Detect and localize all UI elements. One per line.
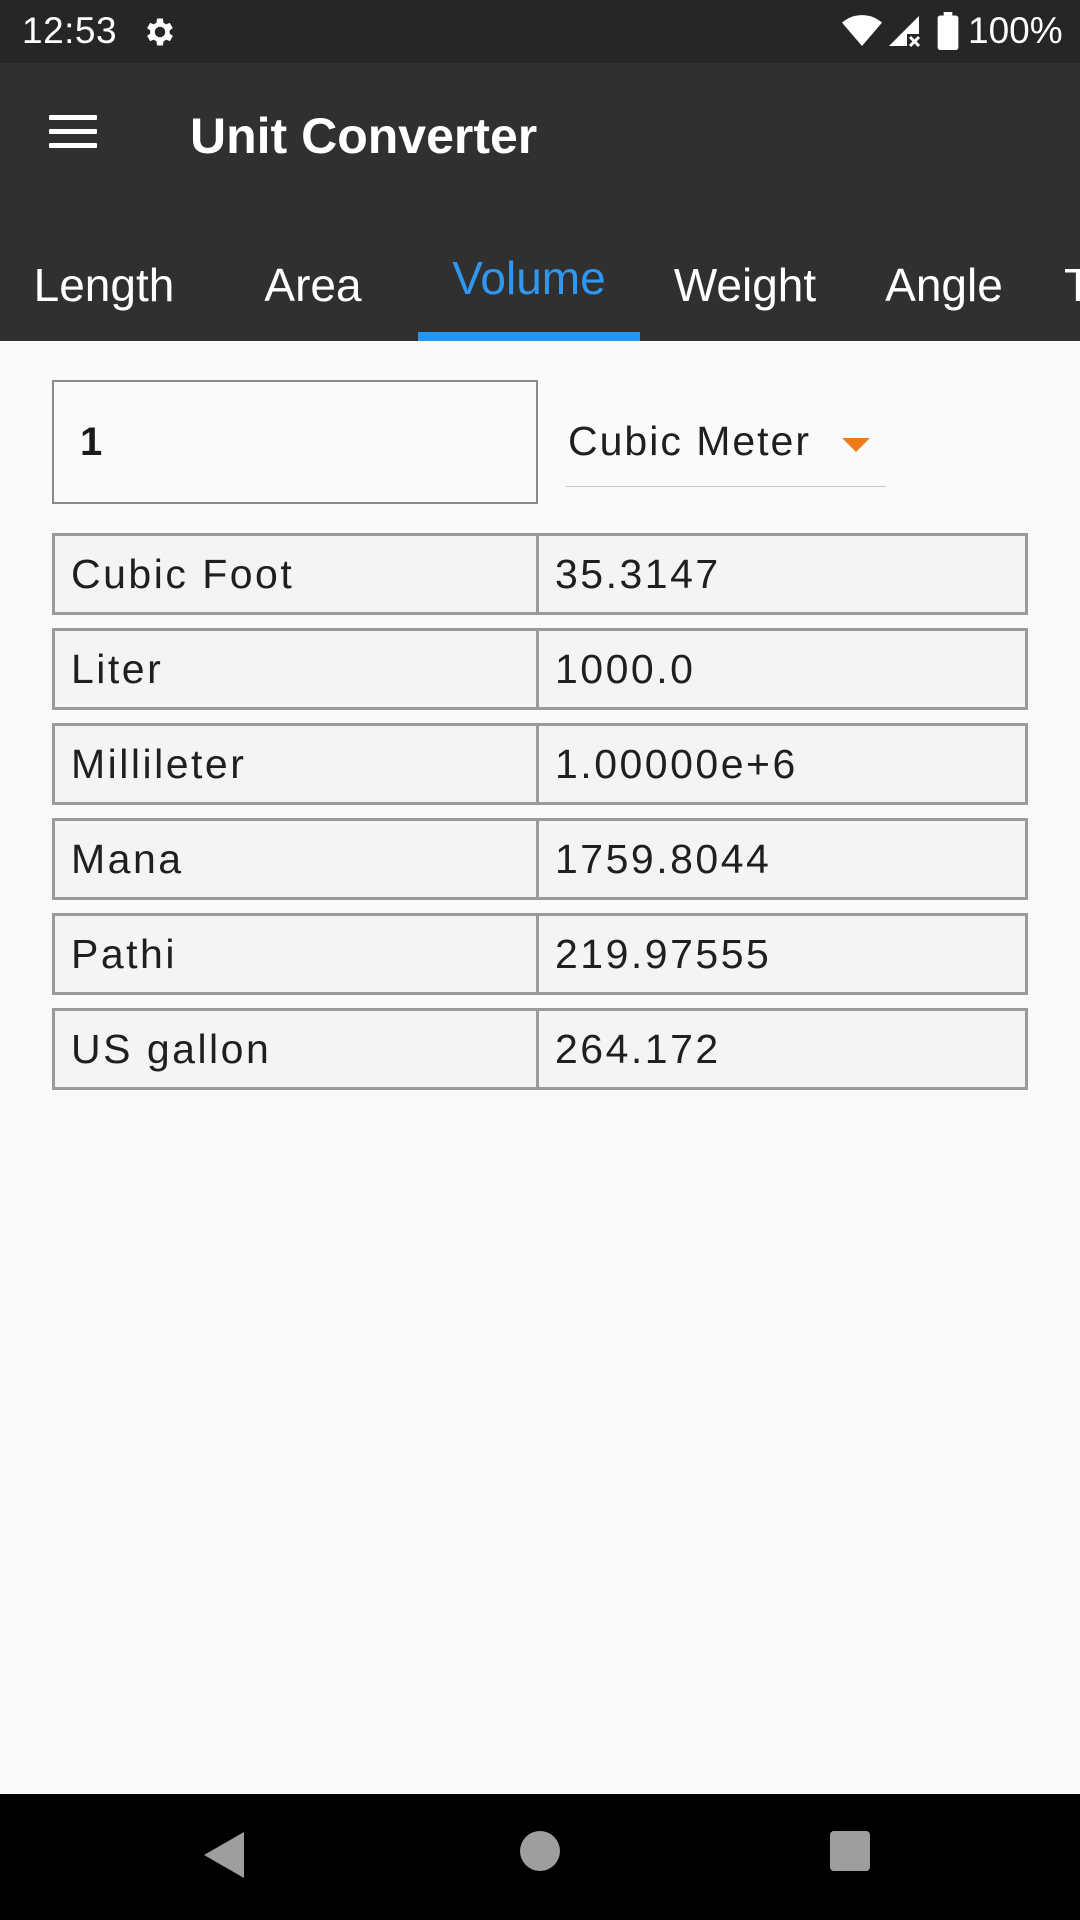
gear-icon: [147, 18, 173, 46]
app-title: Unit Converter: [190, 108, 538, 164]
table-row: Cubic Foot 35.3147: [52, 533, 1028, 615]
result-value: 1.00000e+6: [555, 741, 798, 787]
tab-label: Weight: [673, 258, 817, 311]
status-bar: 12:53 100%: [0, 0, 1080, 63]
signal-icon: [889, 16, 921, 48]
tab-label: Area: [264, 258, 362, 311]
tab-label: Angle: [885, 258, 1003, 311]
tab-label: T: [1064, 258, 1080, 311]
result-value: 35.3147: [555, 551, 721, 597]
tab-label: Length: [33, 258, 175, 311]
result-unit: Mana: [55, 821, 539, 897]
table-row: Millileter 1.00000e+6: [52, 723, 1028, 805]
selected-unit-label: Cubic Meter: [568, 418, 812, 464]
table-row: US gallon 264.172: [52, 1008, 1028, 1090]
result-value: 219.97555: [555, 931, 772, 977]
result-unit: US gallon: [55, 1011, 539, 1087]
result-value: 1000.0: [555, 646, 696, 692]
back-icon[interactable]: [204, 1830, 248, 1880]
wifi-icon: [842, 15, 882, 46]
active-tab-indicator: [418, 332, 640, 341]
tab-area[interactable]: Area: [208, 228, 418, 341]
result-unit: Cubic Foot: [55, 536, 539, 612]
dropdown-arrow-icon: [842, 438, 870, 452]
tab-angle[interactable]: Angle: [864, 228, 1024, 341]
tab-length[interactable]: Length: [0, 228, 208, 341]
status-time: 12:53: [22, 10, 118, 51]
app-bar: Unit Converter Length Area Volume Weight…: [0, 63, 1080, 341]
table-row: Mana 1759.8044: [52, 818, 1028, 900]
battery-percentage: 100%: [968, 10, 1063, 51]
result-unit: Pathi: [55, 916, 539, 992]
system-nav-bar: [0, 1794, 1080, 1920]
category-tabs: Length Area Volume Weight Angle T: [0, 228, 1080, 341]
results-table: Cubic Foot 35.3147 Liter 1000.0 Millilet…: [52, 533, 1028, 1103]
tab-weight[interactable]: Weight: [656, 228, 834, 341]
value-input[interactable]: [52, 380, 538, 504]
recents-icon[interactable]: [830, 1831, 870, 1871]
tab-label: Volume: [452, 251, 606, 304]
tab-more[interactable]: T: [1064, 228, 1080, 341]
result-value: 264.172: [555, 1026, 721, 1072]
result-unit: Millileter: [55, 726, 539, 802]
battery-icon: [937, 12, 959, 50]
hamburger-menu-icon[interactable]: [34, 101, 114, 161]
result-unit: Liter: [55, 631, 539, 707]
table-row: Liter 1000.0: [52, 628, 1028, 710]
result-value: 1759.8044: [555, 836, 772, 882]
table-row: Pathi 219.97555: [52, 913, 1028, 995]
unit-dropdown[interactable]: Cubic Meter: [566, 400, 886, 487]
home-icon[interactable]: [520, 1831, 560, 1871]
tab-volume[interactable]: Volume: [418, 228, 640, 341]
